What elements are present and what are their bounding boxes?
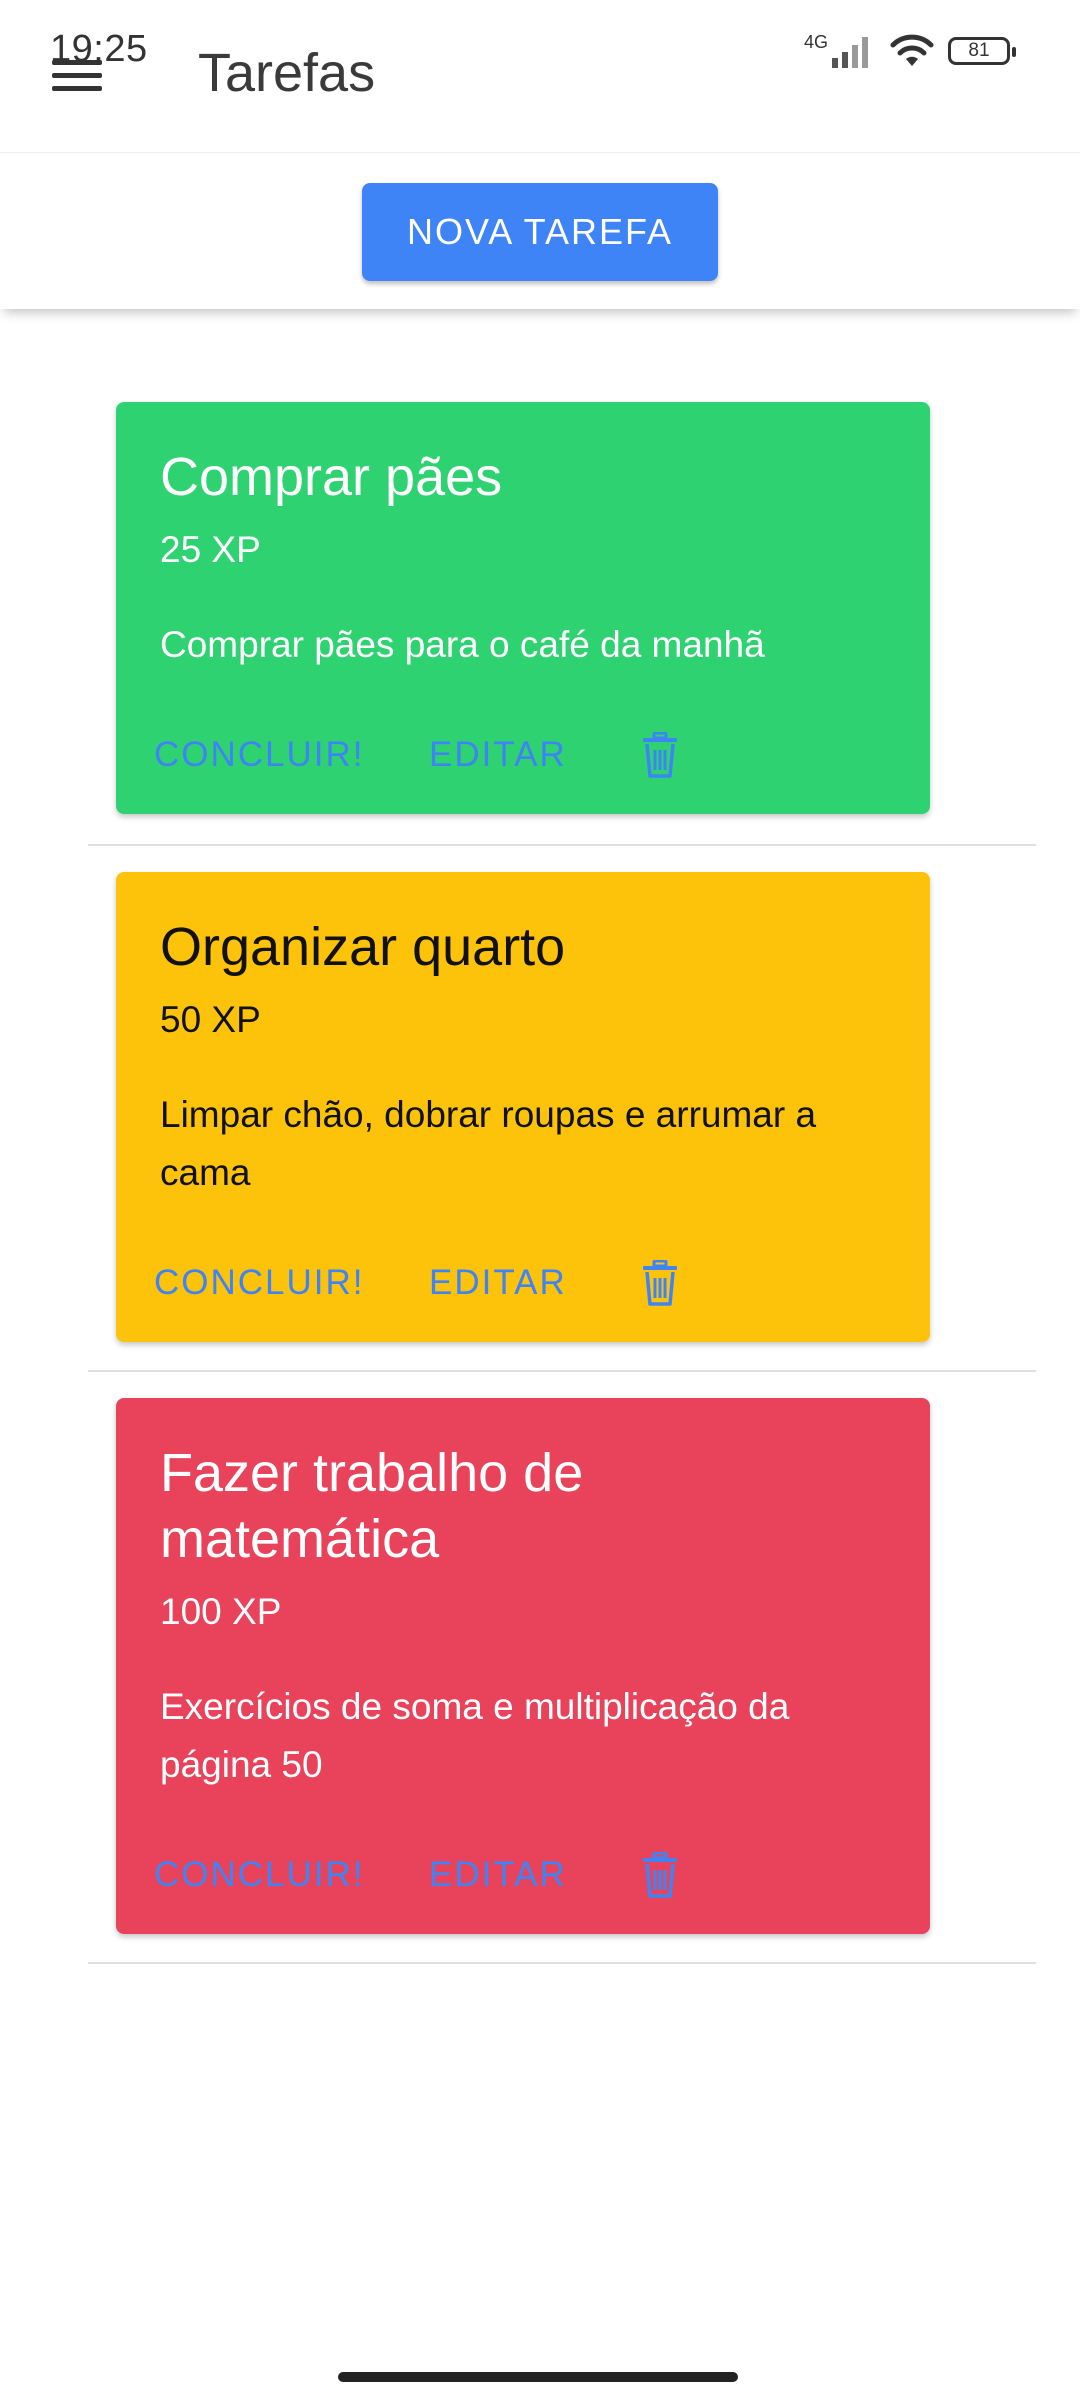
complete-task-button[interactable]: CONCLUIR! <box>154 1263 429 1303</box>
new-task-button[interactable]: NOVA TAREFA <box>362 183 718 281</box>
complete-task-button[interactable]: CONCLUIR! <box>154 735 429 775</box>
battery-level: 81 <box>968 40 990 61</box>
task-card-easy: Comprar pães 25 XP Comprar pães para o c… <box>116 402 930 814</box>
task-title: Organizar quarto <box>160 917 566 977</box>
status-icons: 4G 81 <box>803 28 1016 74</box>
home-indicator[interactable] <box>338 2372 738 2382</box>
task-description: Exercícios de soma e multiplicação da pá… <box>160 1686 790 1785</box>
task-xp: 100 XP <box>160 1591 282 1632</box>
task-title: Comprar pães <box>160 447 503 507</box>
task-xp: 25 XP <box>160 529 261 570</box>
battery-icon: 81 <box>948 37 1016 65</box>
task-description: Limpar chão, dobrar roupas e arrumar a c… <box>160 1094 817 1193</box>
task-list: Comprar pães 25 XP Comprar pães para o c… <box>0 402 1080 1964</box>
action-strip: NOVA TAREFA <box>0 152 1080 309</box>
complete-task-button[interactable]: CONCLUIR! <box>154 1855 429 1895</box>
edit-task-button[interactable]: EDITAR <box>429 1855 641 1895</box>
task-card-medium: Organizar quarto 50 XP Limpar chão, dobr… <box>116 872 930 1342</box>
task-card-hard: Fazer trabalho de matemática 100 XP Exer… <box>116 1398 930 1934</box>
task-list-item: Comprar pães 25 XP Comprar pães para o c… <box>88 402 1036 846</box>
task-actions: CONCLUIR! EDITAR <box>154 732 886 778</box>
wifi-icon <box>890 34 934 66</box>
edit-task-button[interactable]: EDITAR <box>429 735 641 775</box>
task-description: Comprar pães para o café da manhã <box>160 624 765 665</box>
hamburger-menu-icon[interactable] <box>52 58 102 94</box>
page-title: Tarefas <box>198 43 376 103</box>
task-list-item: Organizar quarto 50 XP Limpar chão, dobr… <box>88 872 1036 1372</box>
cellular-signal-icon <box>832 37 868 68</box>
trash-icon[interactable] <box>641 1260 679 1306</box>
task-title: Fazer trabalho de matemática <box>160 1443 584 1569</box>
network-type-label: 4G <box>803 32 828 52</box>
trash-icon[interactable] <box>641 1852 679 1898</box>
edit-task-button[interactable]: EDITAR <box>429 1263 641 1303</box>
trash-icon[interactable] <box>641 732 679 778</box>
task-actions: CONCLUIR! EDITAR <box>154 1260 886 1306</box>
task-xp: 50 XP <box>160 999 261 1040</box>
task-actions: CONCLUIR! EDITAR <box>154 1852 886 1898</box>
task-list-item: Fazer trabalho de matemática 100 XP Exer… <box>88 1398 1036 1964</box>
